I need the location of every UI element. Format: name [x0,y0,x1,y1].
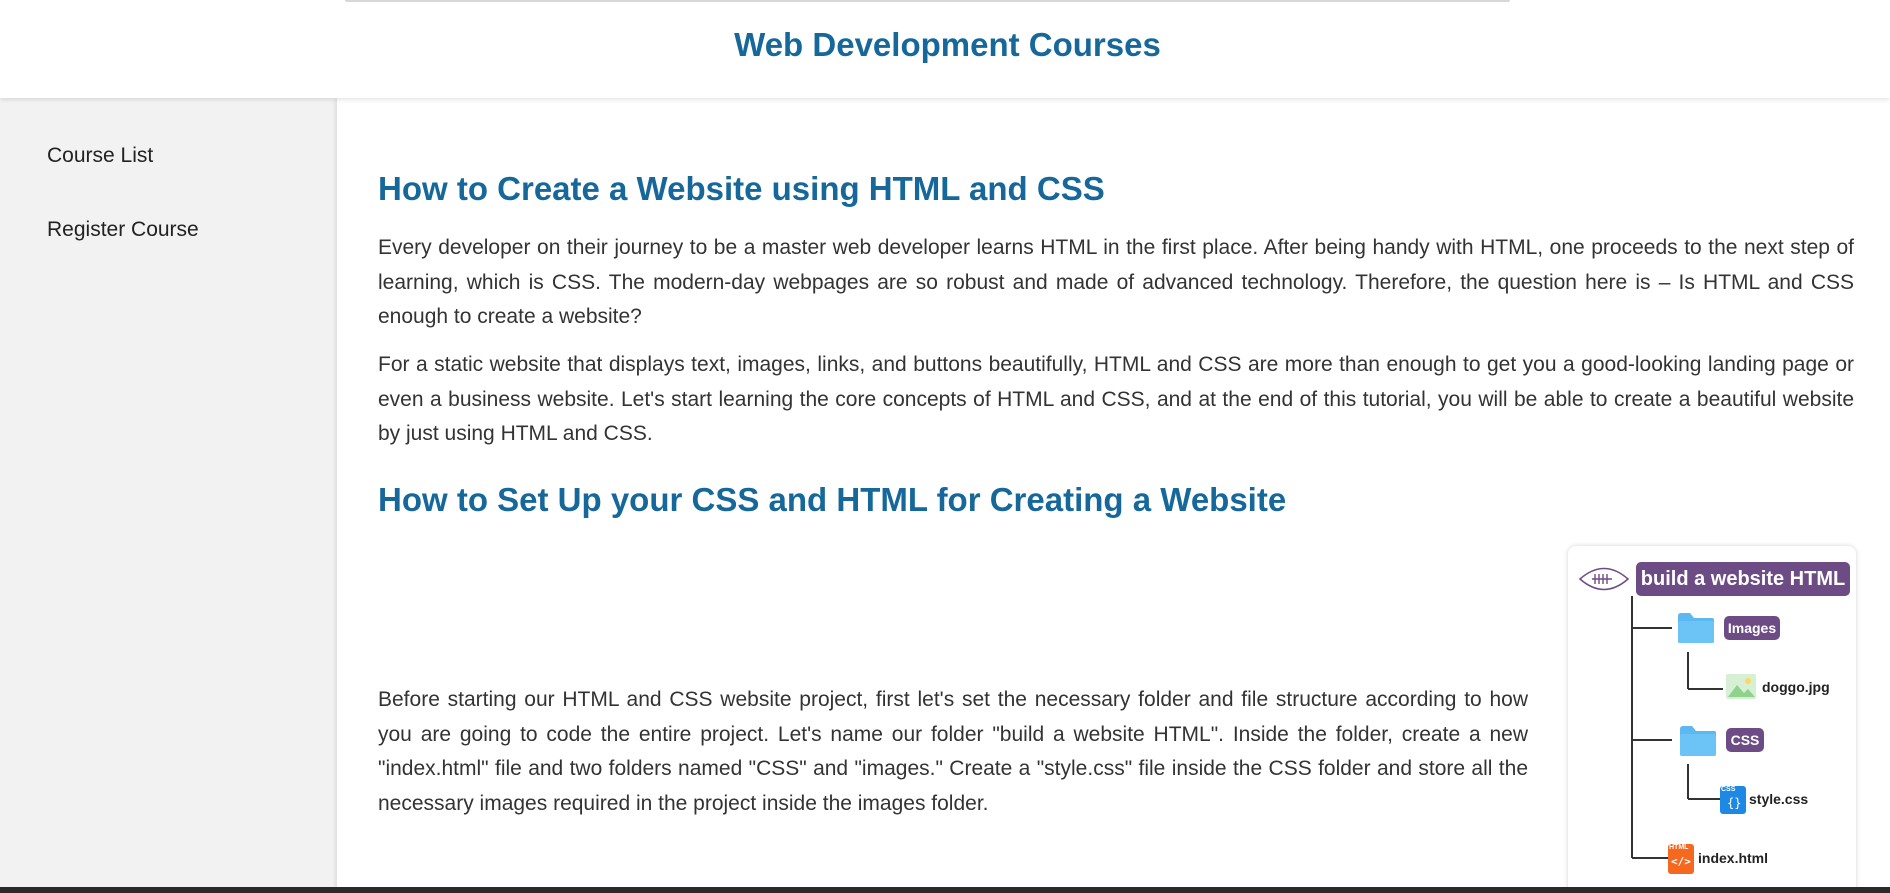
image-file-icon [1726,674,1756,699]
sidebar: Course List Register Course [0,98,337,893]
section-heading-create-website: How to Create a Website using HTML and C… [378,170,1105,207]
intro-paragraph: Every developer on their journey to be a… [378,236,1854,328]
css-braces-glyph: {} [1727,796,1742,810]
html-file-icon: HTML </> [1668,844,1694,874]
css-folder-label: CSS [1726,728,1764,752]
main-content: How to Create a Website using HTML and C… [337,98,1890,893]
images-folder-label: Images [1724,616,1780,640]
images-folder-icon [1678,613,1714,643]
football-icon [1578,567,1630,591]
index-html-label: index.html [1698,850,1769,866]
header-top-edge [345,0,1510,2]
doggo-file-label: doggo.jpg [1762,679,1830,695]
bottom-edge-bar [0,887,1890,893]
setup-paragraph: Before starting our HTML and CSS website… [378,688,1528,815]
section-heading-setup: How to Set Up your CSS and HTML for Crea… [378,481,1287,518]
header: Web Development Courses [0,0,1890,98]
css-file-icon: CSS {} [1720,786,1746,814]
html-file-badge: HTML [1669,844,1689,851]
html-tag-glyph: </> [1671,855,1691,868]
sidebar-item-register-course[interactable]: Register Course [47,216,199,244]
sidebar-item-course-list[interactable]: Course List [47,142,153,170]
css-file-badge: CSS [1721,786,1736,793]
root-folder-label: build a website HTML [1636,562,1850,596]
folder-tree-lines [1631,596,1723,859]
site-title: Web Development Courses [734,26,1161,63]
css-folder-icon [1680,726,1716,756]
folder-structure-figure: build a website HTML Images doggo.jpg CS… [1568,546,1856,893]
static-website-paragraph: For a static website that displays text,… [378,353,1854,445]
style-css-label: style.css [1749,791,1809,807]
